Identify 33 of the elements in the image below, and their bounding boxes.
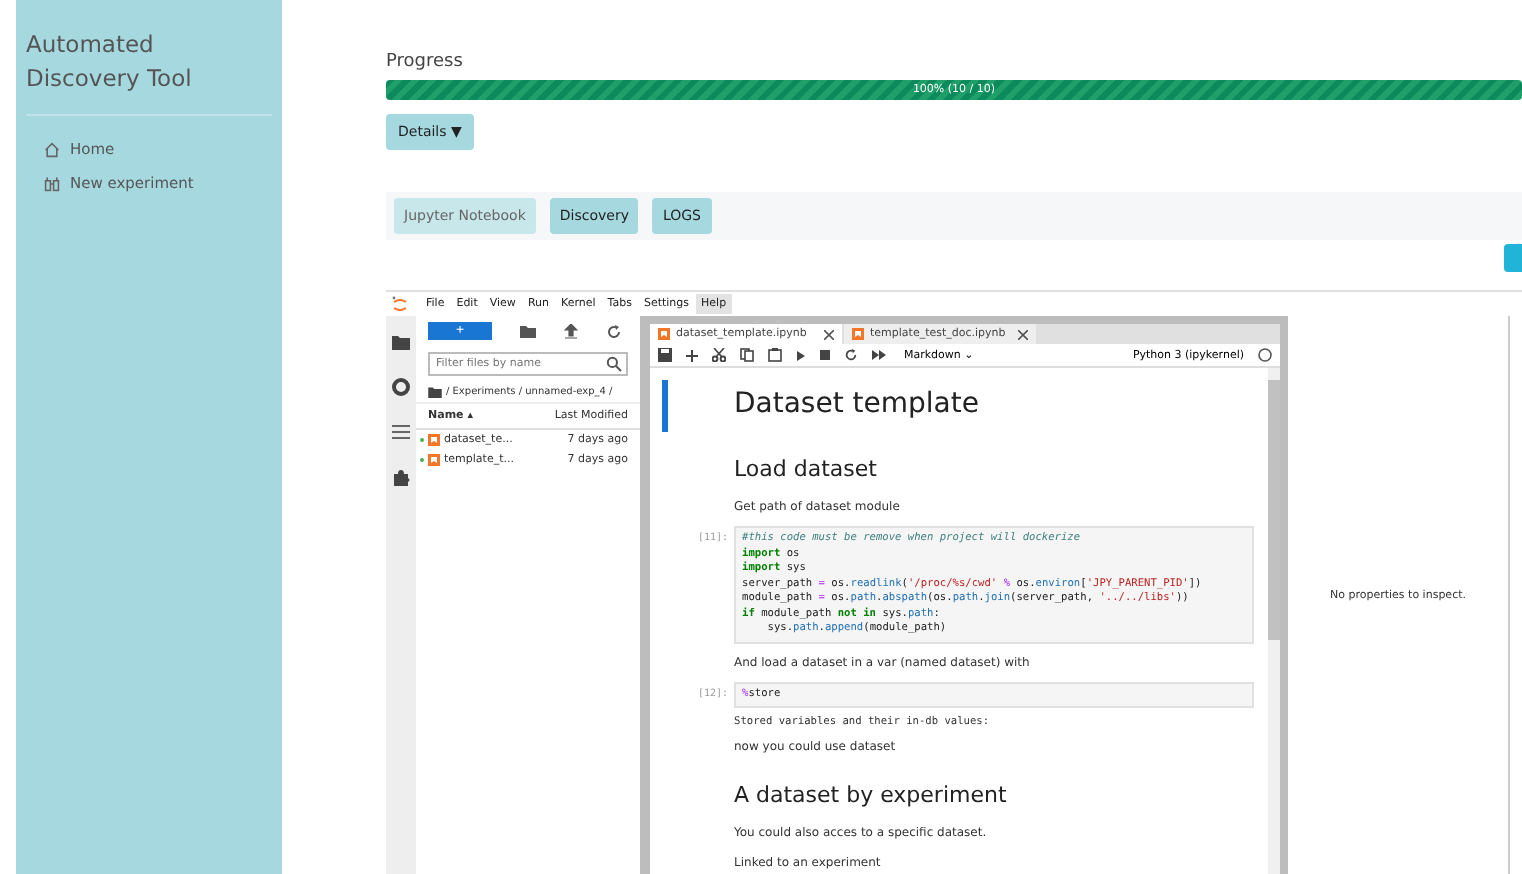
notebook-file-icon [428, 434, 440, 446]
puzzle-icon[interactable] [392, 468, 410, 486]
jupyter-logo-icon [392, 295, 408, 313]
circle-icon[interactable] [392, 378, 410, 396]
play-icon[interactable] [796, 349, 806, 361]
folder-icon [428, 386, 442, 398]
restart-icon[interactable] [844, 348, 858, 362]
paste-icon[interactable] [768, 348, 782, 362]
notebook-file-icon [428, 454, 440, 466]
notebook-subheading: Load dataset [734, 454, 879, 486]
app-title: Automated Discovery Tool [26, 28, 194, 96]
copy-icon[interactable] [740, 348, 754, 362]
refresh-icon[interactable] [606, 323, 622, 339]
search-icon [606, 356, 622, 372]
folder-icon[interactable] [392, 334, 410, 350]
plus-icon[interactable] [686, 349, 698, 361]
close-icon[interactable] [1018, 329, 1028, 339]
new-folder-icon[interactable] [520, 324, 536, 338]
notebook-heading: Dataset template [734, 386, 981, 424]
close-icon[interactable] [824, 329, 834, 339]
progress-title: Progress [386, 52, 465, 72]
save-icon[interactable] [658, 348, 672, 362]
code-cell[interactable] [734, 526, 1254, 643]
upload-icon[interactable] [564, 323, 578, 339]
cut-icon[interactable] [712, 348, 726, 362]
kernel-status-icon [1258, 348, 1272, 362]
fast-forward-icon[interactable] [872, 350, 886, 360]
home-icon [44, 141, 60, 157]
notebook-subheading: A dataset by experiment [734, 780, 1009, 812]
notebook-file-icon [852, 328, 864, 340]
binoculars-icon [44, 175, 60, 191]
scrollbar[interactable] [1268, 368, 1280, 874]
list-icon[interactable] [392, 424, 410, 440]
